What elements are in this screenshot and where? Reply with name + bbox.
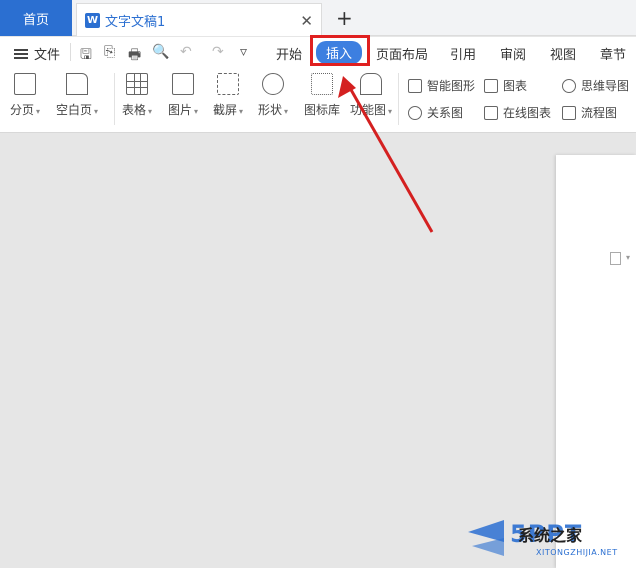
watermark-brand: 系统之家 bbox=[518, 526, 583, 545]
watermark-url: XITONGZHIJIA.NET bbox=[536, 548, 618, 557]
arrow-shaft bbox=[348, 87, 434, 233]
annotation-arrow bbox=[338, 76, 434, 233]
